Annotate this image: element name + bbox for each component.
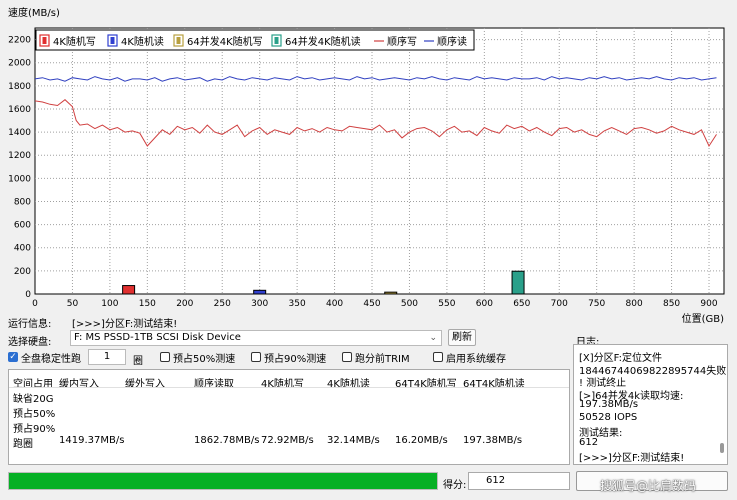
score-value: 612 [468,472,570,490]
log-line: [>>>]分区F:测试结束! [579,453,685,464]
table-cell: 16.20MB/s [395,435,448,446]
x-tick-label: 300 [251,299,268,309]
x-tick-label: 200 [176,299,193,309]
x-tick-label: 750 [588,299,605,309]
x-tick-label: 350 [289,299,306,309]
info-label: 运行信息: [8,319,52,330]
y-axis-label: 速度(MB/s) [8,6,60,19]
checkbox-box[interactable] [342,352,352,362]
table-cell: 缺省20G [13,394,54,405]
y-tick-label: 1000 [8,174,31,184]
x-tick-label: 800 [626,299,643,309]
table-cell: 32.14MB/s [327,435,380,446]
pre50-label: 预占50%测速 [173,353,236,365]
legend-label: 顺序写 [387,35,417,48]
log-line: 197.38MB/s [579,399,639,410]
legend: 4K随机写 4K随机读 64并发4K随机写 64并发4K随机读 顺序写 顺序读 [35,29,475,51]
legend-label: 4K随机写 [53,35,96,48]
pre90-checkbox[interactable]: 预占90%测速 [251,351,327,365]
disk-select-value: F: MS PSSD-1TB SCSI Disk Device [74,332,241,343]
table-cell: 72.92MB/s [261,435,314,446]
bar [511,270,525,295]
x-tick-label: 600 [476,299,493,309]
loops-unit: 圈 [133,356,143,367]
x-tick-label: 500 [401,299,418,309]
y-tick-label: 2000 [8,59,31,69]
cache-checkbox[interactable]: 启用系统缓存 [433,351,506,365]
progress-bar [8,472,438,490]
checkbox-box[interactable] [251,352,261,362]
x-tick-label: 150 [139,299,156,309]
chevron-down-icon[interactable]: ⌄ [429,331,437,345]
bar [122,285,136,295]
x-tick-label: 850 [663,299,680,309]
x-tick-label: 100 [101,299,118,309]
checkbox-box[interactable] [160,352,170,362]
bar [384,291,398,295]
x-tick-label: 550 [438,299,455,309]
cache-label: 启用系统缓存 [446,353,506,365]
y-tick-label: 200 [14,267,31,277]
legend-swatch-fill [274,37,279,44]
x-tick-label: 900 [700,299,717,309]
x-tick-label: 0 [32,299,38,309]
y-tick-label: 800 [14,197,31,207]
refresh-button[interactable]: 刷新 [448,329,476,346]
header-divider [9,387,569,388]
legend-label: 64并发4K随机写 [187,35,263,48]
x-tick-label: 650 [513,299,530,309]
legend-swatch-fill [176,37,181,44]
log-scrollbar-thumb[interactable] [720,443,724,453]
legend-label: 4K随机读 [121,35,164,48]
table-cell: 预占90% [13,424,56,435]
y-tick-label: 1600 [8,105,31,115]
pre90-label: 预占90%测速 [264,353,327,365]
x-tick-label: 700 [551,299,568,309]
log-line: 50528 IOPS [579,411,638,423]
y-tick-label: 600 [14,221,31,231]
legend-swatch-fill [42,37,47,44]
speed-chart: 0 200 400 600 800 1000 1200 1400 1600 1800 2000 220… [0,0,737,328]
progress-fill [9,473,437,489]
y-tick-label: 400 [14,244,31,254]
table-cell: 1419.37MB/s [59,435,125,446]
results-table: 空间占用 缓内写入 缓外写入 顺序读取 4K随机写 4K随机读 64T4K随机写 64T4K随… [8,369,570,465]
x-tick-label: 50 [67,299,79,309]
checkbox-box[interactable] [433,352,443,362]
legend-label: 64并发4K随机读 [285,35,361,48]
y-tick-label: 2200 [8,36,31,46]
y-tick-label: 1200 [8,151,31,161]
loops-input[interactable]: 1 [88,349,126,365]
table-cell: 跑圈 [13,439,33,450]
table-cell: 1862.78MB/s [194,435,260,446]
checkbox-box[interactable]: ✓ [8,352,18,362]
legend-label: 顺序读 [437,35,467,48]
y-tick-label: 0 [25,290,31,300]
info-text: [>>>]分区F:测试结束! [72,319,178,330]
pre50-checkbox[interactable]: 预占50%测速 [160,351,236,365]
y-tick-label: 1800 [8,82,31,92]
x-tick-label: 450 [363,299,380,309]
score-label: 得分: [443,480,467,491]
x-tick-label: 250 [214,299,231,309]
speed-chart-svg: 0200400600800100012001400160018002000220… [8,6,725,325]
table-cell: 197.38MB/s [463,435,523,446]
table-cell: 预占50% [13,409,56,420]
disk-select[interactable]: F: MS PSSD-1TB SCSI Disk Device ⌄ [70,330,442,346]
trim-checkbox[interactable]: 跑分前TRIM [342,351,410,365]
watermark: 搜狐号@比肩数码 [600,479,697,493]
log-line: 612 [579,436,599,448]
trim-label: 跑分前TRIM [355,353,410,365]
full-disk-label: 全盘稳定性跑 [21,353,81,365]
y-tick-label: 1400 [8,128,31,138]
full-disk-checkbox[interactable]: ✓ 全盘稳定性跑 [8,351,81,365]
bar [253,289,267,295]
log-panel[interactable]: [X]分区F:定位文件 18446744069822895744失败! 测试终止[… [573,344,728,465]
x-axis-label: 位置(GB) [682,312,725,325]
disk-label: 选择硬盘: [8,337,52,348]
x-tick-label: 400 [326,299,343,309]
legend-swatch-fill [110,37,115,44]
plot-area [34,27,725,295]
